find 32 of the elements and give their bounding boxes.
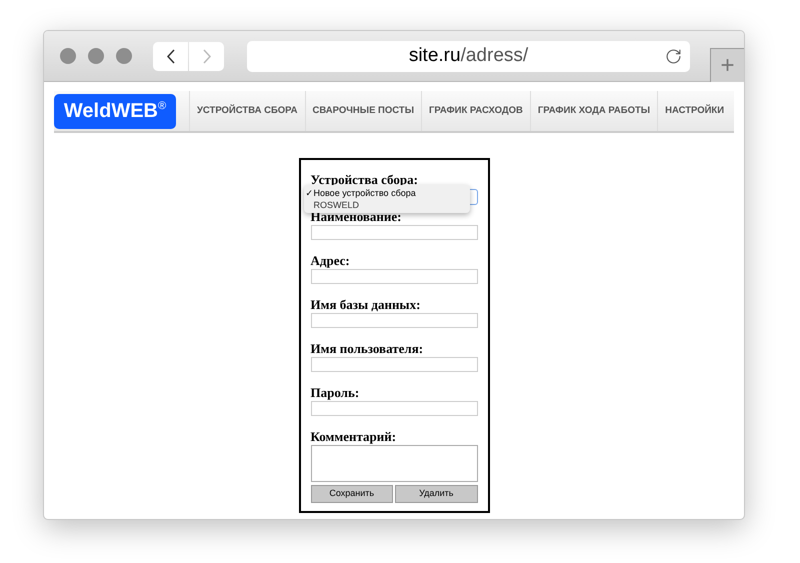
input-field[interactable] (310, 357, 478, 372)
chevron-right-icon (202, 48, 210, 64)
url-text: site.ru/adress/ (408, 44, 528, 68)
comment-textarea[interactable] (310, 445, 478, 482)
address-bar[interactable]: site.ru/adress/ (247, 40, 690, 72)
field-label: Устройства сбора: (310, 172, 419, 187)
window-minimize-control[interactable] (88, 48, 104, 64)
logo[interactable]: WeldWEB$^{®}$ (54, 94, 176, 128)
nav-link[interactable]: УСТРОЙСТВА СБОРА (189, 91, 305, 131)
form-button[interactable]: Удалить (395, 485, 478, 503)
field-label: Адрес: (310, 253, 351, 268)
field-label: Комментарий: (310, 429, 398, 444)
nav-link[interactable]: СВАРОЧНЫЕ ПОСТЫ (304, 91, 421, 131)
input-field[interactable] (310, 269, 478, 284)
input-field[interactable] (310, 313, 478, 328)
back-button[interactable] (153, 42, 188, 70)
window-zoom-control[interactable] (116, 48, 132, 64)
reload-icon[interactable] (665, 48, 682, 64)
nav-link[interactable]: ГРАФИК ХОДА РАБОТЫ (530, 91, 658, 131)
form-button[interactable]: Сохранить (310, 485, 393, 503)
input-field[interactable] (310, 225, 478, 240)
field-label: Имя базы данных: (310, 297, 422, 312)
field-label: Наименование: (310, 209, 402, 224)
nav-link[interactable]: ГРАФИК РАСХОДОВ (421, 91, 530, 131)
chevron-left-icon (166, 48, 174, 64)
dropdown-option[interactable]: ROSWELD (304, 199, 470, 211)
dropdown-option[interactable]: ✓Новое устройство сбора (304, 187, 470, 199)
nav-link[interactable]: НАСТРОЙКИ (657, 91, 732, 131)
input-field[interactable] (310, 401, 478, 416)
field-label: Имя пользователя: (310, 341, 424, 356)
field-label: Пароль: (310, 385, 360, 400)
window-close-control[interactable] (60, 48, 76, 64)
